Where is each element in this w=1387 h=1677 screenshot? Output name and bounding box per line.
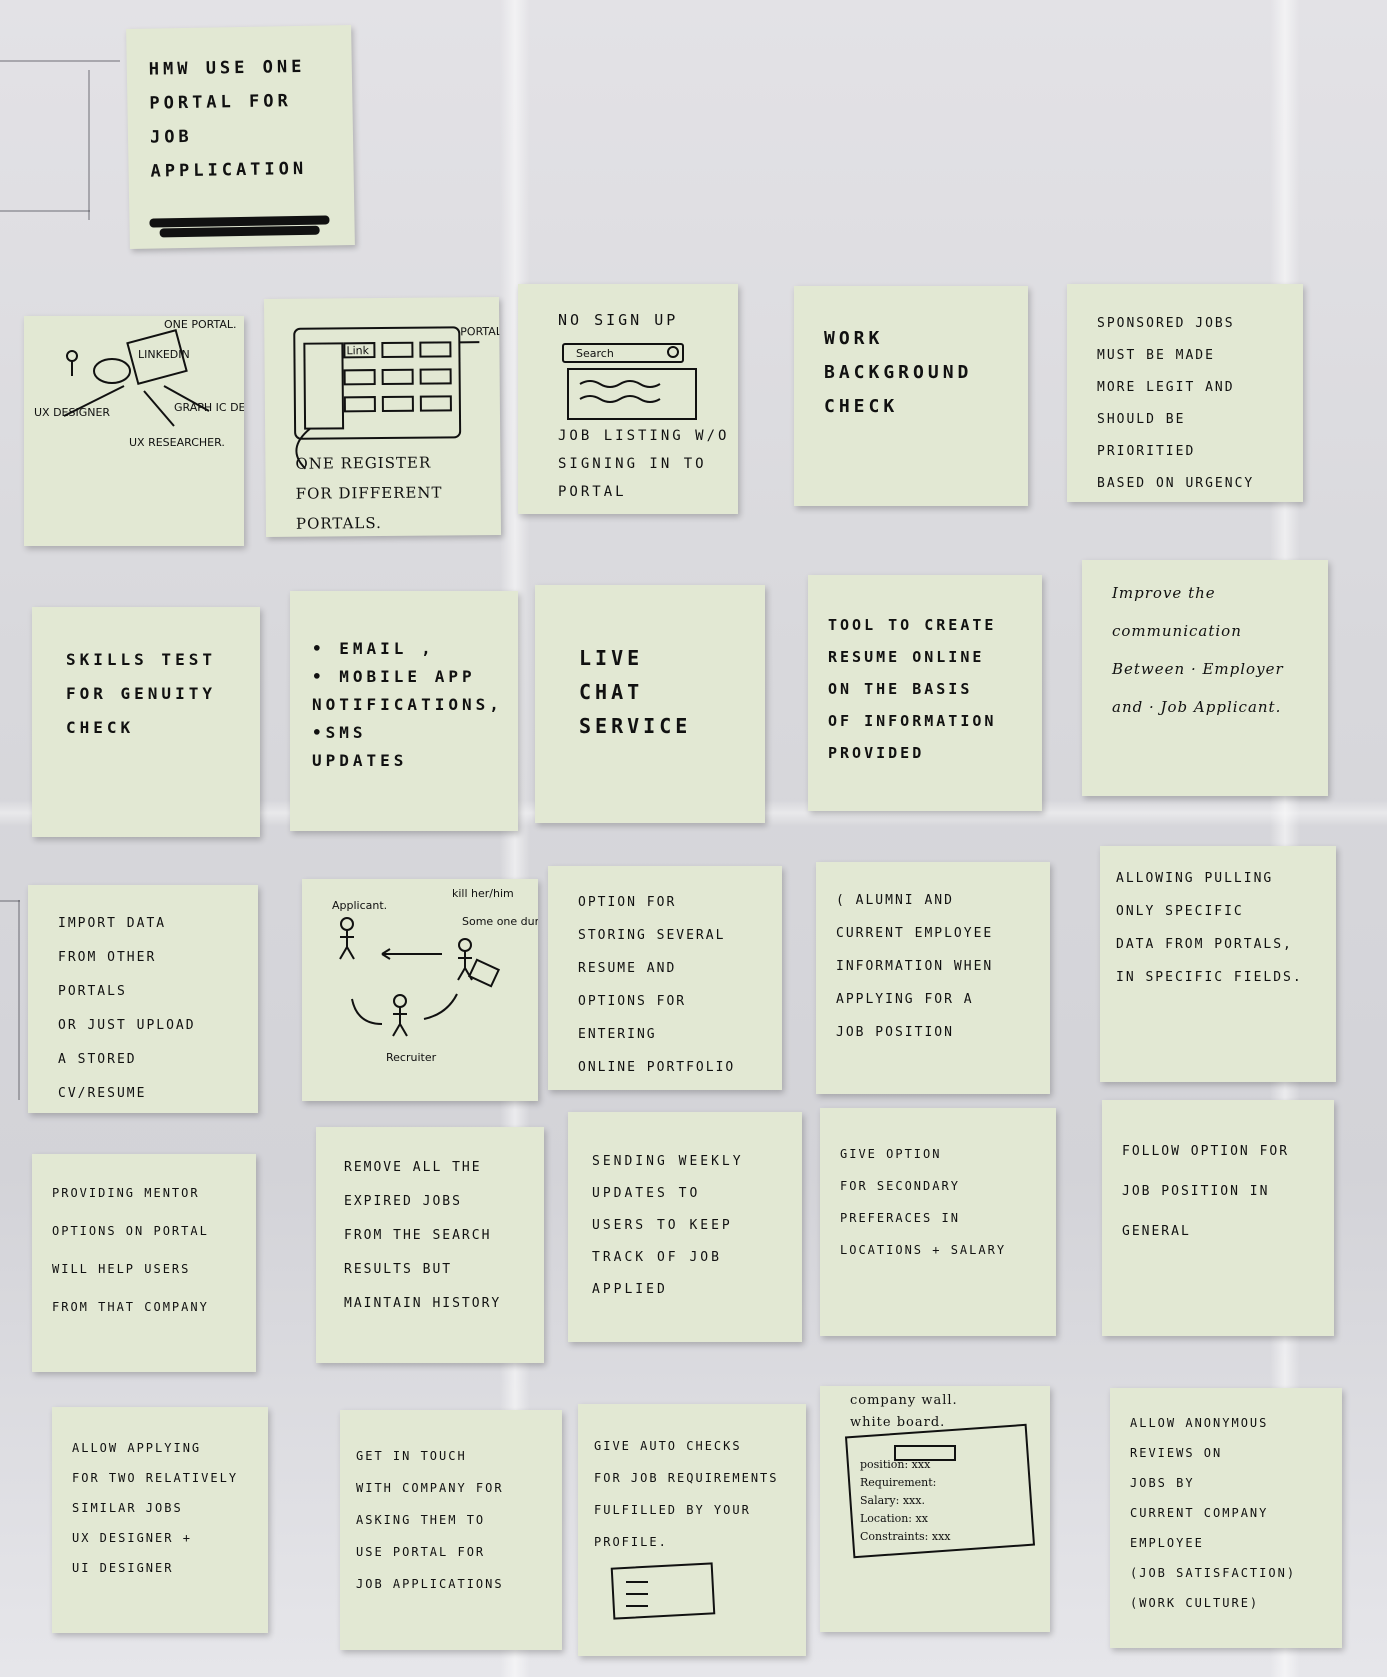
sticky-note-skills-test: SKILLS TEST FOR GENUITY CHECK <box>32 607 260 837</box>
note-text: ONE REGISTER FOR DIFFERENT PORTALS. <box>295 453 443 533</box>
note-text: REMOVE ALL THE EXPIRED JOBS FROM THE SEA… <box>344 1160 502 1311</box>
field-salary: Salary: xxx. <box>860 1494 925 1507</box>
field-location: Location: xx <box>860 1512 928 1525</box>
background-marker-line <box>0 60 120 62</box>
background-marker-line <box>0 900 20 902</box>
sticky-note-company-wall: company wall. white board. position: xxx… <box>820 1386 1050 1632</box>
note-text: ( ALUMNI AND CURRENT EMPLOYEE INFORMATIO… <box>836 893 994 1040</box>
sticky-note-anonymous-reviews: ALLOW ANONYMOUS REVIEWS ON JOBS BY CURRE… <box>1110 1388 1342 1648</box>
note-text: SENDING WEEKLY UPDATES TO USERS TO KEEP … <box>592 1154 744 1297</box>
note-text: HMW USE ONE PORTAL FOR JOB APPLICATION <box>148 56 308 182</box>
sticky-note-resume-tool: TOOL TO CREATE RESUME ONLINE ON THE BASI… <box>808 575 1042 811</box>
note-text: PROVIDING MENTOR OPTIONS ON PORTAL WILL … <box>52 1186 209 1314</box>
field-constraints: Constraints: xxx <box>860 1530 951 1543</box>
note-text: FOLLOW OPTION FOR JOB POSITION IN GENERA… <box>1122 1144 1290 1239</box>
sketch-label: Recruiter <box>386 1051 437 1064</box>
sticky-note-notifications: • EMAIL , • MOBILE APP NOTIFICATIONS, •S… <box>290 591 518 831</box>
sketch-label: Some one during <box>462 915 538 928</box>
field-position: position: xxx <box>860 1458 931 1471</box>
sketch-label: Applicant. <box>332 899 387 912</box>
note-text: company wall. white board. <box>850 1393 958 1430</box>
sticky-note-no-signup: NO SIGN UP Search JOB LISTING W/O SIGNIN… <box>518 284 738 514</box>
sticky-note-work-background: WORK BACKGROUND CHECK <box>794 286 1028 506</box>
company-wall-fields: position: xxx Requirement: Salary: xxx. … <box>860 1456 951 1546</box>
sticky-note-auto-checks: GIVE AUTO CHECKS FOR JOB REQUIREMENTS FU… <box>578 1404 806 1656</box>
sticky-note-one-register-sketch: Link PORTALS. ONE REGISTER FOR DIFFERENT… <box>263 296 502 538</box>
sketch-label: UX RESEARCHER. <box>129 436 225 449</box>
sticky-note-mentor-options: PROVIDING MENTOR OPTIONS ON PORTAL WILL … <box>32 1154 256 1372</box>
sketch-label: PORTALS. <box>460 325 501 338</box>
sticky-note-live-chat: LIVE CHAT SERVICE <box>535 585 765 823</box>
note-text: TOOL TO CREATE RESUME ONLINE ON THE BASI… <box>828 616 997 762</box>
sticky-note-improve-communication: Improve the communication Between · Empl… <box>1082 560 1328 796</box>
sketch-label: kill her/him <box>452 887 514 900</box>
background-marker-line <box>0 210 90 212</box>
note-text: OPTION FOR STORING SEVERAL RESUME AND OP… <box>578 895 736 1075</box>
requirements-sketch <box>610 1562 716 1620</box>
sticky-note-alumni-info: ( ALUMNI AND CURRENT EMPLOYEE INFORMATIO… <box>816 862 1050 1094</box>
sticky-note-import-data: IMPORT DATA FROM OTHER PORTALS OR JUST U… <box>28 885 258 1113</box>
whiteboard-photo: HMW USE ONE PORTAL FOR JOB APPLICATION O… <box>0 0 1387 1677</box>
sketch-label: Search <box>576 347 614 360</box>
sketch-label: ONE PORTAL. <box>164 318 236 331</box>
sketch-label: LINKEDIN <box>138 348 190 361</box>
sticky-note-remove-expired: REMOVE ALL THE EXPIRED JOBS FROM THE SEA… <box>316 1127 544 1363</box>
sticky-note-secondary-preferences: GIVE OPTION FOR SECONDARY PREFERACES IN … <box>820 1108 1056 1336</box>
note-text: ALLOWING PULLING ONLY SPECIFIC DATA FROM… <box>1116 871 1303 985</box>
note-text: JOB LISTING W/O SIGNING IN TO PORTAL <box>558 428 730 500</box>
applicant-recruiter-sketch: Applicant. kill her/him Some one during … <box>332 887 538 1064</box>
note-text: ALLOW ANONYMOUS REVIEWS ON JOBS BY CURRE… <box>1130 1416 1297 1610</box>
sticky-note-recruiter-sketch: Applicant. kill her/him Some one during … <box>302 879 538 1101</box>
note-text: SKILLS TEST FOR GENUITY CHECK <box>66 650 216 737</box>
portal-flow-sketch: ONE PORTAL. LINKEDIN UX DESIGNER UX RESE… <box>34 318 244 449</box>
sketch-label: Link <box>346 344 369 357</box>
sticky-note-one-portal-sketch: ONE PORTAL. LINKEDIN UX DESIGNER UX RESE… <box>24 316 244 546</box>
field-requirement: Requirement: <box>860 1476 937 1489</box>
note-text: IMPORT DATA FROM OTHER PORTALS OR JUST U… <box>58 916 196 1101</box>
sticky-note-two-jobs: ALLOW APPLYING FOR TWO RELATIVELY SIMILA… <box>52 1407 268 1633</box>
scribble-mark <box>159 225 320 238</box>
note-text: GIVE OPTION FOR SECONDARY PREFERACES IN … <box>840 1147 1007 1257</box>
sketch-label: GRAPH IC DESIGNER <box>174 401 244 414</box>
note-text: WORK BACKGROUND CHECK <box>824 328 973 417</box>
note-text: • EMAIL , • MOBILE APP NOTIFICATIONS, •S… <box>312 639 503 770</box>
sticky-note-get-in-touch: GET IN TOUCH WITH COMPANY FOR ASKING THE… <box>340 1410 562 1650</box>
note-text: Improve the communication Between · Empl… <box>1112 584 1284 716</box>
note-text: SPONSORED JOBS MUST BE MADE MORE LEGIT A… <box>1097 316 1255 491</box>
note-text: ALLOW APPLYING FOR TWO RELATIVELY SIMILA… <box>72 1441 239 1575</box>
background-marker-line <box>18 900 20 1100</box>
sticky-note-storing-resume: OPTION FOR STORING SEVERAL RESUME AND OP… <box>548 866 782 1090</box>
sticky-note-follow-option: FOLLOW OPTION FOR JOB POSITION IN GENERA… <box>1102 1100 1334 1336</box>
sticky-note-weekly-updates: SENDING WEEKLY UPDATES TO USERS TO KEEP … <box>568 1112 802 1342</box>
sticky-note-sponsored-jobs: SPONSORED JOBS MUST BE MADE MORE LEGIT A… <box>1067 284 1303 502</box>
sketch-label: UX DESIGNER <box>34 406 110 419</box>
background-marker-line <box>88 70 90 220</box>
sticky-note-pulling-data: ALLOWING PULLING ONLY SPECIFIC DATA FROM… <box>1100 846 1336 1082</box>
note-text: LIVE CHAT SERVICE <box>579 646 692 738</box>
note-text: GET IN TOUCH WITH COMPANY FOR ASKING THE… <box>356 1449 504 1591</box>
sticky-note-hmw: HMW USE ONE PORTAL FOR JOB APPLICATION <box>126 25 355 249</box>
